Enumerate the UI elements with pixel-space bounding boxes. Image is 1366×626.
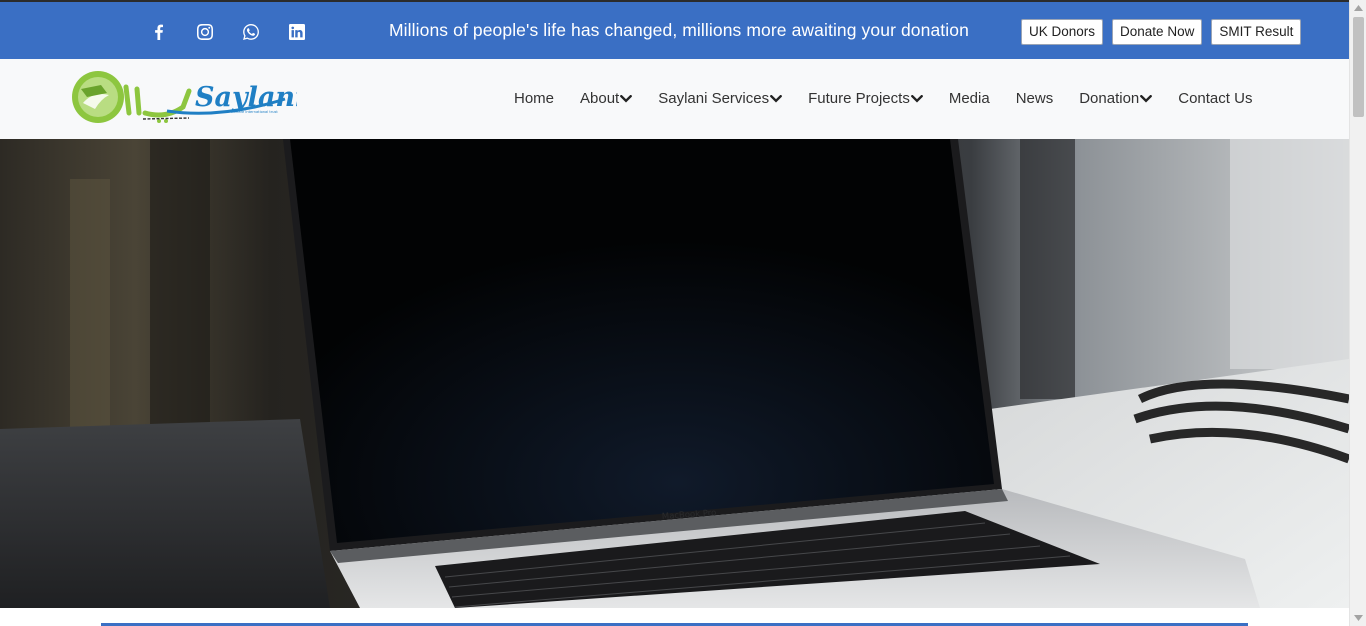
hero-laptop-image: MacBook Pro	[0, 139, 1349, 608]
nav-label: Donation	[1079, 90, 1140, 107]
donate-now-button[interactable]: Donate Now	[1112, 19, 1203, 45]
chevron-down-icon	[1140, 94, 1153, 102]
nav-future-projects[interactable]: Future Projects	[808, 90, 923, 107]
nav-label: Media	[948, 90, 990, 107]
instagram-icon[interactable]	[182, 21, 228, 43]
nav-label: Future Projects	[808, 90, 910, 107]
nav-media[interactable]: Media	[949, 90, 990, 107]
page: Millions of people's life has changed, m…	[0, 0, 1366, 626]
scroll-down-icon[interactable]	[1354, 615, 1363, 621]
tagline: Millions of people's life has changed, m…	[389, 20, 969, 40]
smit-result-button[interactable]: SMIT Result	[1211, 19, 1302, 45]
chevron-down-icon	[910, 94, 923, 102]
nav-news[interactable]: News	[1016, 90, 1054, 107]
saylani-logo[interactable]: Saylani welfare international trust	[71, 69, 305, 127]
scroll-up-icon[interactable]	[1354, 5, 1363, 11]
facebook-icon[interactable]	[136, 21, 182, 43]
chevron-down-icon	[620, 94, 633, 102]
chevron-down-icon	[770, 94, 783, 102]
scrollbar-thumb[interactable]	[1353, 17, 1364, 117]
nav-home[interactable]: Home	[514, 90, 554, 107]
whatsapp-icon[interactable]	[228, 21, 274, 43]
uk-donors-button[interactable]: UK Donors	[1021, 19, 1104, 45]
primary-nav: Home About Saylani Services Future Proje…	[514, 90, 1252, 107]
top-buttons: UK Donors Donate Now SMIT Result	[1021, 19, 1302, 45]
logo-subtext: welfare international trust	[231, 110, 278, 114]
nav-saylani-services[interactable]: Saylani Services	[658, 90, 783, 107]
top-bar: Millions of people's life has changed, m…	[0, 0, 1349, 59]
nav-contact-us[interactable]: Contact Us	[1178, 90, 1252, 107]
linkedin-icon[interactable]	[274, 21, 320, 43]
nav-label: Home	[514, 90, 555, 107]
nav-about[interactable]: About	[580, 90, 633, 107]
nav-label: Saylani Services	[658, 90, 770, 107]
nav-label: News	[1015, 90, 1054, 107]
main-navbar: Saylani welfare international trust Home…	[0, 59, 1349, 139]
nav-label: Contact Us	[1178, 90, 1253, 107]
social-links	[136, 21, 320, 43]
nav-label: About	[580, 90, 620, 107]
page-scrollbar[interactable]	[1349, 0, 1366, 626]
hero-banner: MacBook Pro	[0, 139, 1349, 608]
nav-donation[interactable]: Donation	[1079, 90, 1153, 107]
